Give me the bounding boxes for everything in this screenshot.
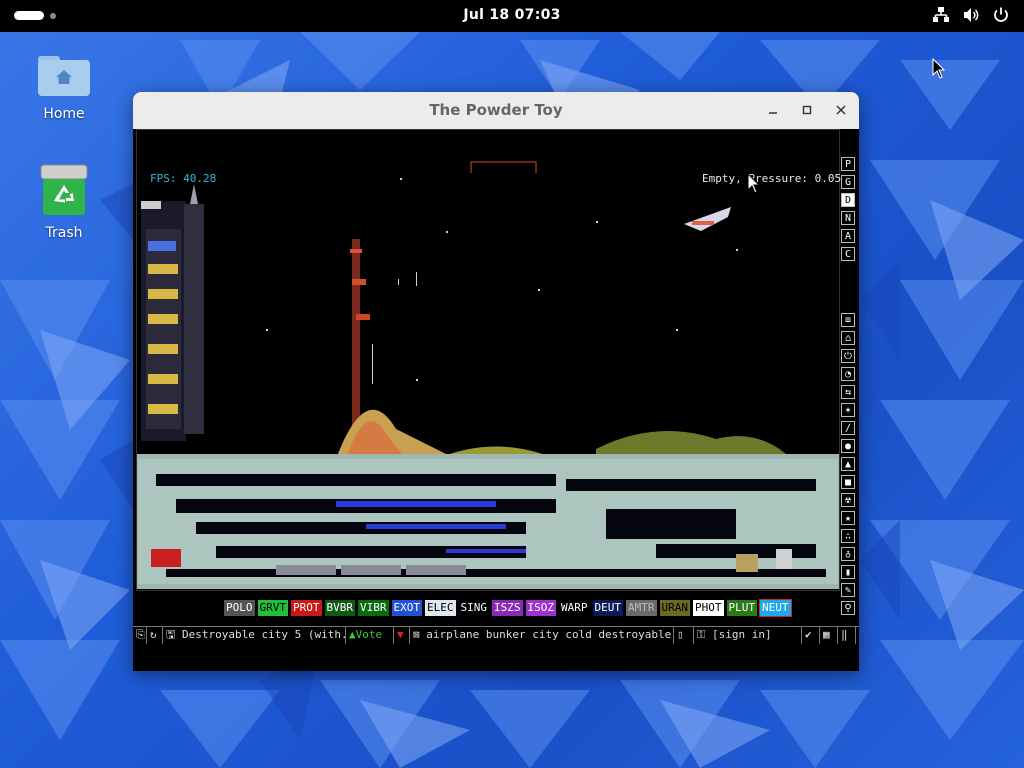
element-polo[interactable]: POLO — [224, 600, 255, 616]
powered-icon[interactable]: ⏻ — [841, 349, 855, 363]
element-bvbr[interactable]: BVBR — [324, 600, 355, 616]
render-mode-d[interactable]: D — [841, 193, 855, 207]
category-buttons: ≡ ⌂ ⏻ ◔ ⇆ ✶ ∕ ● ▲ ■ ☢ ★ ∴ ♁ ▮ ✎ ⚲ — [841, 313, 855, 615]
game-area: FPS: 40.28 Empty, Pressure: 0.05 P G D N… — [133, 129, 859, 671]
element-vibr[interactable]: VIBR — [358, 600, 389, 616]
element-menu: POLO GRVT PROT BVBR VIBR EXOT ELEC SING ISZS ISOZ… — [224, 599, 792, 617]
game-cursor-icon — [747, 173, 761, 194]
element-plut[interactable]: PLUT — [726, 600, 757, 616]
tools-icon[interactable]: ♁ — [841, 547, 855, 561]
open-save-icon[interactable]: ⎘ — [133, 627, 147, 644]
decoration-icon[interactable]: ✎ — [841, 583, 855, 597]
gases-icon[interactable]: ∕ — [841, 421, 855, 435]
element-exot[interactable]: EXOT — [391, 600, 422, 616]
desktop-icon-label: Home — [43, 106, 85, 122]
desktop-icon-home[interactable]: Home — [19, 52, 109, 122]
element-sing[interactable]: SING — [458, 600, 489, 616]
element-iszs[interactable]: ISZS — [492, 600, 523, 616]
element-neut[interactable]: NEUT — [759, 599, 792, 617]
window-title: The Powder Toy — [429, 101, 563, 119]
element-elec[interactable]: ELEC — [425, 600, 456, 616]
reload-icon[interactable]: ↻ — [147, 627, 163, 644]
solids-icon[interactable]: ■ — [841, 475, 855, 489]
top-bar: Jul 18 07:03 — [0, 0, 1024, 32]
element-grvt[interactable]: GRVT — [257, 600, 288, 616]
element-phot[interactable]: PHOT — [693, 600, 724, 616]
special-icon[interactable]: ★ — [841, 511, 855, 525]
save-icon: 🖫 — [166, 628, 182, 641]
desktop-icon-trash[interactable]: Trash — [19, 163, 109, 241]
settings-icon[interactable]: ✔ — [802, 627, 820, 644]
desktop-icon-label: Trash — [45, 225, 83, 241]
mouse-cursor-icon — [932, 58, 946, 79]
search-icon[interactable]: ⚲ — [841, 601, 855, 615]
sensors-icon[interactable]: ◔ — [841, 367, 855, 381]
vote-up-button[interactable]: ▲Vote — [346, 627, 394, 644]
electronics-icon[interactable]: ⌂ — [841, 331, 855, 345]
render-mode-c[interactable]: C — [841, 247, 855, 261]
element-isoz[interactable]: ISOZ — [525, 600, 556, 616]
fps-readout: FPS: 40.28 — [150, 172, 217, 185]
system-tray[interactable] — [932, 6, 1010, 24]
powders-icon[interactable]: ▲ — [841, 457, 855, 471]
pressure-readout: Empty, Pressure: 0.05 — [702, 172, 842, 185]
volume-icon[interactable] — [962, 6, 980, 24]
login-button[interactable]: ⚿ [sign in] — [694, 627, 802, 644]
maximize-button[interactable] — [796, 100, 818, 122]
minimize-button[interactable] — [762, 100, 784, 122]
window-titlebar[interactable]: The Powder Toy — [133, 92, 859, 130]
folder-home-icon — [38, 56, 90, 96]
save-name-button[interactable]: 🖫 Destroyable city 5 (with... — [163, 627, 346, 644]
vote-label: Vote — [355, 628, 383, 641]
tag-icon: ⊠ — [413, 628, 427, 641]
network-icon[interactable] — [932, 6, 950, 24]
walls-icon[interactable]: ≡ — [841, 313, 855, 327]
force-icon[interactable]: ⇆ — [841, 385, 855, 399]
favorites-icon[interactable]: ▮ — [841, 565, 855, 579]
radioactive-icon[interactable]: ☢ — [841, 493, 855, 507]
explosives-icon[interactable]: ✶ — [841, 403, 855, 417]
liquids-icon[interactable]: ● — [841, 439, 855, 453]
close-button[interactable] — [830, 100, 852, 122]
vote-up-icon: ▲ — [349, 628, 356, 641]
user-icon: ⚿ — [697, 628, 712, 641]
clock[interactable]: Jul 18 07:03 — [0, 7, 1024, 23]
element-deut[interactable]: DEUT — [592, 600, 623, 616]
bottom-bar: ⎘ ↻ 🖫 Destroyable city 5 (with... ▲Vote … — [133, 626, 859, 644]
trash-icon — [40, 164, 88, 215]
tags-text: airplane bunker city cold destroyable qu… — [426, 628, 673, 641]
life-icon[interactable]: ∴ — [841, 529, 855, 543]
render-mode-buttons: P G D N A C — [841, 157, 855, 261]
render-mode-n[interactable]: N — [841, 211, 855, 225]
minimize-icon — [769, 112, 777, 114]
render-mode-a[interactable]: A — [841, 229, 855, 243]
save-name: Destroyable city 5 (with... — [182, 628, 346, 641]
vote-down-button[interactable]: ▼ — [394, 627, 410, 644]
sign-in-label: [sign in] — [712, 628, 772, 641]
pause-icon[interactable]: ‖ — [838, 627, 856, 644]
new-simulation-icon[interactable]: ▯ — [674, 627, 694, 644]
render-mode-p[interactable]: P — [841, 157, 855, 171]
element-uran[interactable]: URAN — [659, 600, 690, 616]
element-prot[interactable]: PROT — [291, 600, 322, 616]
close-icon — [836, 105, 846, 115]
render-options-icon[interactable]: ▦ — [820, 627, 838, 644]
tags-button[interactable]: ⊠ airplane bunker city cold destroyable … — [410, 627, 674, 644]
element-amtr[interactable]: AMTR — [626, 600, 657, 616]
element-warp[interactable]: WARP — [559, 600, 590, 616]
power-icon[interactable] — [992, 6, 1010, 24]
render-mode-g[interactable]: G — [841, 175, 855, 189]
maximize-icon — [802, 105, 812, 115]
simulation-canvas[interactable] — [136, 129, 840, 591]
